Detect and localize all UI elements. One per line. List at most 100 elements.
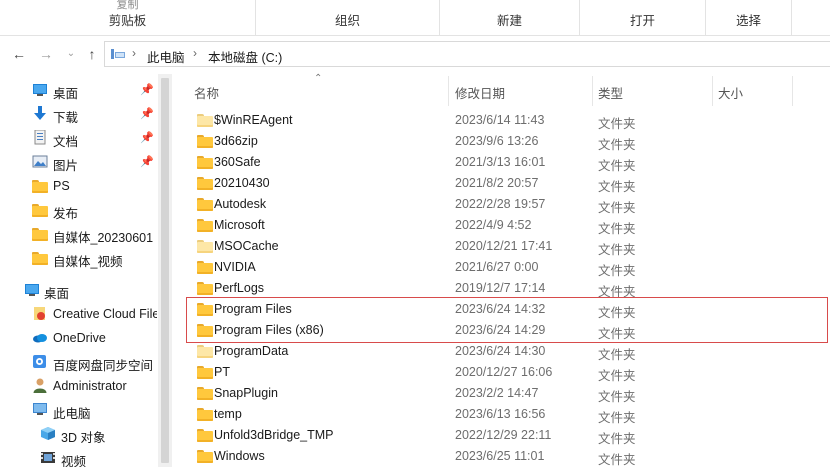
file-name[interactable]: temp — [214, 407, 242, 421]
sidebar-item-label: Administrator — [53, 379, 127, 393]
sidebar-item-desktop[interactable]: 桌面 📌 — [0, 79, 158, 101]
sidebar-item-baidu-netdisk[interactable]: 百度网盘同步空间 — [0, 351, 158, 373]
file-name[interactable]: PerfLogs — [214, 281, 264, 295]
sidebar-item-onedrive[interactable]: OneDrive — [0, 327, 158, 349]
file-name[interactable]: Unfold3dBridge_TMP — [214, 428, 334, 442]
ribbon-group-clipboard[interactable]: 复制 剪贴板 — [0, 0, 256, 36]
sidebar-item-pictures[interactable]: 图片 📌 — [0, 151, 158, 173]
sidebar-item-label: OneDrive — [53, 331, 106, 345]
column-divider[interactable] — [792, 76, 793, 106]
user-icon — [33, 378, 47, 393]
this-pc-icon — [33, 403, 47, 415]
column-header-type[interactable]: 类型 — [598, 83, 623, 102]
file-name[interactable]: Autodesk — [214, 197, 266, 211]
folder-icon — [197, 198, 213, 211]
folder-icon — [32, 228, 48, 243]
file-row[interactable]: Microsoft 2022/4/9 4:52 文件夹 — [186, 215, 830, 236]
file-name[interactable]: MSOCache — [214, 239, 279, 253]
file-modified-date: 2021/6/27 0:00 — [455, 260, 539, 274]
sidebar-scrollbar-thumb[interactable] — [161, 78, 169, 463]
baidu-netdisk-icon — [33, 355, 46, 368]
download-icon — [34, 106, 46, 120]
file-name[interactable]: PT — [214, 365, 230, 379]
ribbon-group-select[interactable]: 选择 — [706, 0, 792, 36]
folder-icon — [197, 156, 213, 169]
pin-icon[interactable]: 📌 — [140, 131, 154, 144]
sidebar-item-label: 发布 — [53, 207, 79, 221]
file-row[interactable]: Windows 2023/6/25 11:01 文件夹 — [186, 446, 830, 467]
file-name[interactable]: 360Safe — [214, 155, 261, 169]
sidebar-item-media-video[interactable]: 自媒体_视频 — [0, 247, 158, 269]
file-name[interactable]: 20210430 — [214, 176, 270, 190]
sidebar-item-administrator[interactable]: Administrator — [0, 375, 158, 397]
file-name[interactable]: ProgramData — [214, 344, 288, 358]
file-row[interactable]: ProgramData 2023/6/24 14:30 文件夹 — [186, 341, 830, 362]
up-arrow-icon[interactable]: ↑ — [84, 46, 100, 62]
ribbon-group-open[interactable]: 打开 — [580, 0, 706, 36]
file-row[interactable]: NVIDIA 2021/6/27 0:00 文件夹 — [186, 257, 830, 278]
sidebar-item-ps[interactable]: PS — [0, 175, 158, 197]
sidebar-item-3d-objects[interactable]: 3D 对象 — [0, 423, 158, 445]
column-divider[interactable] — [448, 76, 449, 106]
column-divider[interactable] — [592, 76, 593, 106]
desktop-icon — [25, 284, 39, 296]
ribbon-group-new[interactable]: 新建 — [440, 0, 580, 36]
sidebar-item-desktop-root[interactable]: 桌面 — [0, 279, 158, 301]
sidebar-item-documents[interactable]: 文档 📌 — [0, 127, 158, 149]
file-name[interactable]: $WinREAgent — [214, 113, 293, 127]
sidebar-item-creative-cloud[interactable]: Creative Cloud Files — [0, 303, 158, 325]
file-name[interactable]: NVIDIA — [214, 260, 256, 274]
file-row[interactable]: SnapPlugin 2023/2/2 14:47 文件夹 — [186, 383, 830, 404]
pin-icon[interactable]: 📌 — [140, 107, 154, 120]
column-header: ⌃ 名称 修改日期 类型 大小 — [186, 73, 830, 108]
address-bar[interactable]: › 此电脑 › 本地磁盘 (C:) — [104, 41, 830, 67]
file-row[interactable]: $WinREAgent 2023/6/14 11:43 文件夹 — [186, 110, 830, 131]
file-row[interactable]: MSOCache 2020/12/21 17:41 文件夹 — [186, 236, 830, 257]
document-icon — [34, 130, 46, 145]
file-modified-date: 2023/6/24 14:30 — [455, 344, 546, 358]
column-header-size[interactable]: 大小 — [718, 83, 743, 102]
3d-objects-icon — [41, 427, 55, 440]
sidebar-item-videos[interactable]: 视频 — [0, 447, 158, 467]
ribbon-group-label: 选择 — [735, 14, 761, 28]
ribbon-group-organize[interactable]: 组织 — [256, 0, 440, 36]
sidebar-item-downloads[interactable]: 下载 📌 — [0, 103, 158, 125]
file-name[interactable]: Windows — [214, 449, 265, 463]
forward-arrow-icon[interactable]: → — [38, 46, 54, 62]
picture-icon — [32, 155, 48, 168]
recent-locations-chevron-icon[interactable]: ⌄ — [63, 46, 79, 62]
column-header-name[interactable]: 名称 — [194, 83, 219, 102]
file-row[interactable]: PerfLogs 2019/12/7 17:14 文件夹 — [186, 278, 830, 299]
column-header-date[interactable]: 修改日期 — [455, 83, 505, 102]
file-row[interactable]: Autodesk 2022/2/28 19:57 文件夹 — [186, 194, 830, 215]
this-pc-mini-icon — [111, 49, 125, 59]
file-name[interactable]: SnapPlugin — [214, 386, 278, 400]
column-divider[interactable] — [712, 76, 713, 106]
breadcrumb-this-pc[interactable]: 此电脑 — [147, 47, 185, 66]
breadcrumb-local-disk[interactable]: 本地磁盘 (C:) — [208, 47, 282, 66]
folder-icon — [197, 135, 213, 148]
onedrive-icon — [33, 334, 47, 343]
breadcrumb-separator-icon[interactable]: › — [193, 46, 197, 60]
file-row[interactable]: 360Safe 2021/3/13 16:01 文件夹 — [186, 152, 830, 173]
sidebar-item-publish[interactable]: 发布 — [0, 199, 158, 221]
file-type: 文件夹 — [598, 117, 636, 131]
file-row[interactable]: 3d66zip 2023/9/6 13:26 文件夹 — [186, 131, 830, 152]
file-row[interactable]: 20210430 2021/8/2 20:57 文件夹 — [186, 173, 830, 194]
breadcrumb-separator-icon[interactable]: › — [132, 46, 136, 60]
file-row[interactable]: Unfold3dBridge_TMP 2022/12/29 22:11 文件夹 — [186, 425, 830, 446]
ribbon: 复制 剪贴板 组织 新建 打开 选择 — [0, 0, 830, 36]
pin-icon[interactable]: 📌 — [140, 83, 154, 96]
sidebar-item-media-20230601[interactable]: 自媒体_20230601 — [0, 223, 158, 245]
file-row[interactable]: temp 2023/6/13 16:56 文件夹 — [186, 404, 830, 425]
file-modified-date: 2022/2/28 19:57 — [455, 197, 546, 211]
pin-icon[interactable]: 📌 — [140, 155, 154, 168]
file-type: 文件夹 — [598, 222, 636, 236]
file-name[interactable]: Microsoft — [214, 218, 265, 232]
back-arrow-icon[interactable]: ← — [11, 46, 27, 62]
sidebar-scrollbar[interactable] — [158, 74, 172, 467]
sidebar-item-this-pc[interactable]: 此电脑 — [0, 399, 158, 421]
file-name[interactable]: 3d66zip — [214, 134, 258, 148]
file-row[interactable]: PT 2020/12/27 16:06 文件夹 — [186, 362, 830, 383]
file-modified-date: 2019/12/7 17:14 — [455, 281, 546, 295]
